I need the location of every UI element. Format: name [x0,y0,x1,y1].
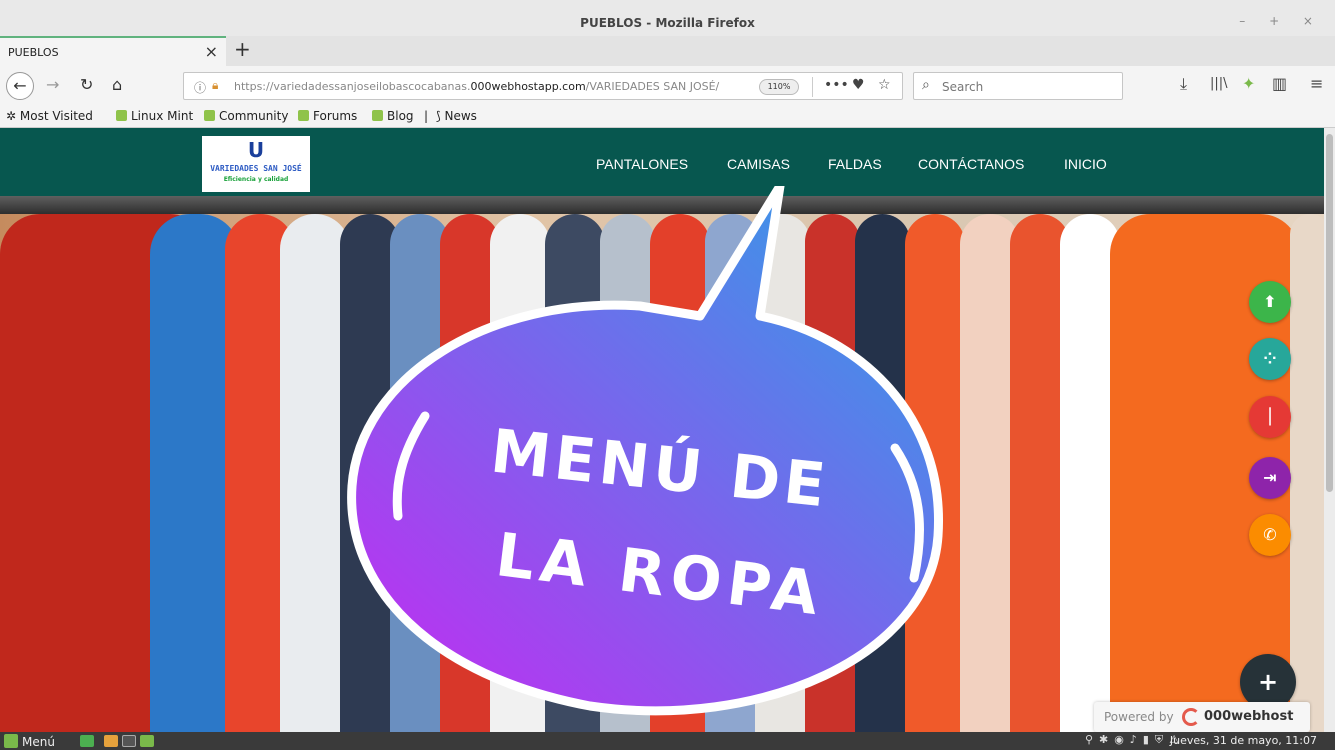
nav-camisas[interactable]: CAMISAS [727,156,790,172]
home-button[interactable]: ⌂ [112,75,122,94]
sidebar-icon[interactable]: ▥ [1272,74,1287,93]
bookmark-label: News [444,109,477,123]
files-icon[interactable] [140,735,154,747]
window-title: PUEBLOS - Mozilla Firefox [580,16,755,30]
logo-name: VARIEDADES SAN JOSÉ [210,164,302,173]
powered-by-badge[interactable]: Powered by 000webhost [1094,702,1310,732]
clock[interactable]: Jueves, 31 de mayo, 11:07 [1170,734,1317,747]
upload-icon[interactable]: ⬆ [1249,281,1291,323]
nav-inicio[interactable]: INICIO [1064,156,1107,172]
terminal-icon[interactable] [122,735,136,747]
bookmark-label: Most Visited [19,109,93,123]
logo-tagline: Eficiencia y calidad [223,176,289,183]
reload-button[interactable]: ↻ [80,75,93,94]
nav-faldas[interactable]: FALDAS [828,156,882,172]
tab-strip: PUEBLOS × + [0,36,1335,66]
start-menu-button[interactable]: Menú [4,734,55,749]
window-controls[interactable]: – + × [1239,14,1323,28]
url-suffix: /VARIEDADES SAN JOSÉ/ [585,80,720,93]
url-text[interactable]: https://variedadessanjoseilobascocabanas… [234,80,734,93]
zoom-indicator[interactable]: 110% [759,79,799,95]
pocket-icon[interactable]: ♥ [852,77,865,93]
mint-icon [372,110,383,121]
bookmark-label: Blog [387,109,414,123]
grid-icon[interactable]: ⁘ [1249,338,1291,380]
new-tab-button[interactable]: + [234,37,251,61]
window-titlebar: PUEBLOS - Mozilla Firefox – + × [0,0,1335,36]
bookmark-news[interactable]: ⟆ News [436,109,477,123]
search-input[interactable]: ⌕ Search [913,72,1123,100]
tab-pueblos[interactable]: PUEBLOS × [0,36,226,66]
scroll-thumb[interactable] [1326,134,1333,492]
mint-icon [204,110,215,121]
bookmark-separator: | [424,109,429,123]
powered-by-label: Powered by [1104,710,1174,724]
info-icon[interactable]: ⓘ [194,79,206,96]
url-separator [812,77,813,97]
tab-close-icon[interactable]: × [205,42,218,61]
rss-icon: ⟆ [436,109,445,123]
vertical-scrollbar[interactable] [1324,128,1335,732]
url-bar[interactable]: ⓘ 🔒︎ https://variedadessanjoseilobascoca… [183,72,903,100]
page-actions-icon[interactable]: ••• [824,77,849,93]
search-icon: ⌕ [922,77,930,93]
bookmark-blog[interactable]: Blog [372,109,414,123]
exit-icon[interactable]: ⇥ [1249,457,1291,499]
mint-icon [298,110,309,121]
taskbar: Menú ⚲✱◉♪▮⛨⚠ Jueves, 31 de mayo, 11:07 [0,732,1335,750]
garment [1290,214,1324,732]
library-icon[interactable]: |||\ [1210,76,1228,91]
powered-brand: 000webhost [1204,709,1294,724]
nav-pantalones[interactable]: PANTALONES [596,156,688,172]
insecure-lock-icon[interactable]: 🔒︎ [212,78,218,93]
phone-icon[interactable]: ✆ [1249,514,1291,556]
url-prefix: https://variedadessanjoseilobascocabanas… [234,80,471,93]
bookmark-label: Linux Mint [131,109,194,123]
gear-icon: ✲ [6,109,20,123]
webhost-logo-icon [1182,708,1200,726]
url-domain: 000webhostapp.com [470,80,586,93]
bookmark-linux-mint[interactable]: Linux Mint [116,109,193,123]
back-button[interactable]: ← [6,72,34,100]
bookmarks-toolbar: ✲ Most Visited Linux Mint Community Foru… [0,106,1335,128]
logo-mark: U [247,138,265,162]
navigation-toolbar: ← → ↻ ⌂ ⓘ 🔒︎ https://variedadessanjoseil… [0,66,1335,106]
download-icon[interactable]: ⤓ [1180,74,1187,94]
bookmark-star-icon[interactable]: ☆ [878,77,891,93]
menu-icon[interactable]: ≡ [1310,74,1323,93]
nav-contactanos[interactable]: CONTÁCTANOS [918,156,1024,172]
search-placeholder: Search [942,80,984,94]
tab-title: PUEBLOS [8,46,59,59]
firefox-icon[interactable] [104,735,118,747]
mint-icon [116,110,127,121]
forward-button[interactable]: → [46,75,59,94]
bookmark-forums[interactable]: Forums [298,109,357,123]
site-logo[interactable]: U VARIEDADES SAN JOSÉ Eficiencia y calid… [202,136,310,192]
bookmark-most-visited[interactable]: ✲ Most Visited [6,109,93,123]
show-desktop-icon[interactable] [80,735,94,747]
bookmark-label: Forums [313,109,358,123]
bookmark-label: Community [219,109,289,123]
extension-icon[interactable]: ✦ [1242,74,1255,93]
audio-icon[interactable]: ⏐ [1249,396,1291,438]
mint-logo-icon [4,734,18,748]
start-menu-label: Menú [22,735,55,749]
bookmark-community[interactable]: Community [204,109,288,123]
